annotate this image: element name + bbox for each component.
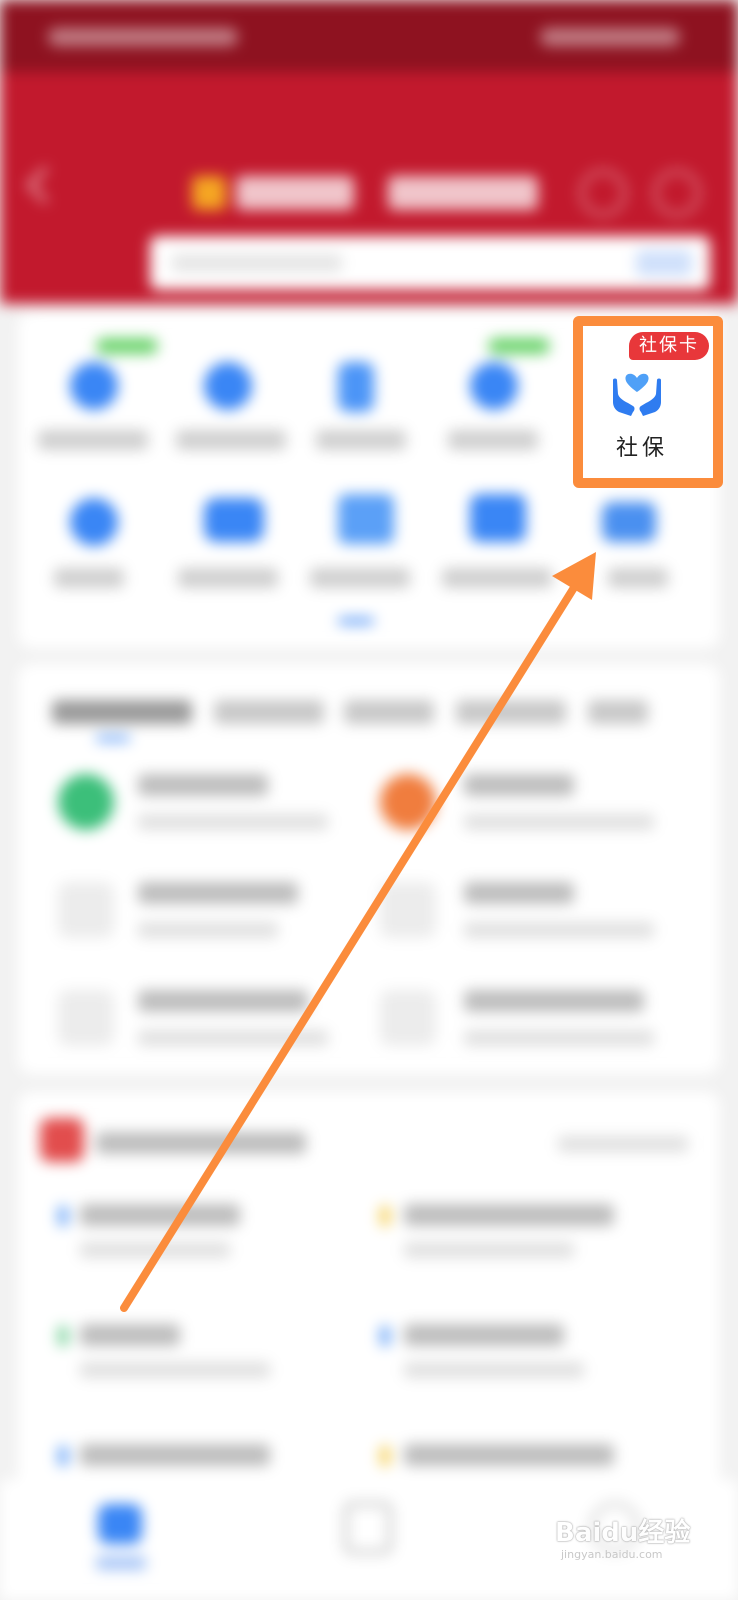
pointer-arrow-icon	[120, 552, 596, 1312]
watermark-text: Baidu经验	[555, 1518, 691, 1548]
watermark-url: jingyan.baidu.com	[561, 1548, 663, 1561]
baidu-watermark: Baidu经验 jingyan.baidu.com	[555, 1508, 725, 1572]
app-screen: 社保卡 社保 Baidu经验 jingyan.baidu.com	[0, 0, 738, 1600]
